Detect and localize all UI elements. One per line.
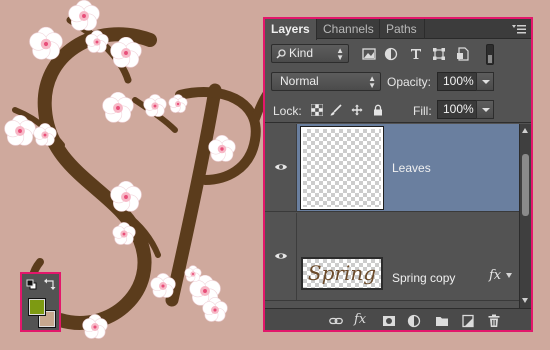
- scroll-up-arrow-icon[interactable]: [522, 128, 528, 133]
- lock-label: Lock:: [273, 104, 302, 118]
- new-layer-icon[interactable]: [461, 314, 475, 328]
- blend-mode-select[interactable]: Normal ▲ ▼: [271, 72, 381, 91]
- default-colors-icon[interactable]: [26, 279, 37, 290]
- lock-all-icon[interactable]: [372, 104, 384, 116]
- eye-icon[interactable]: [274, 251, 288, 261]
- group-folder-icon[interactable]: [435, 314, 449, 328]
- blossom-flower: [110, 180, 142, 212]
- pixel-filter-icon[interactable]: [362, 47, 376, 61]
- tab-paths[interactable]: Paths: [380, 19, 425, 39]
- layer-filter-row: Kind ▲ ▼: [265, 40, 531, 68]
- blend-mode-value: Normal: [280, 74, 319, 88]
- layer-mask-icon[interactable]: [382, 314, 396, 328]
- trash-icon[interactable]: [487, 314, 501, 328]
- tab-channels[interactable]: Channels: [317, 19, 380, 39]
- filter-toggle-switch[interactable]: [486, 44, 494, 65]
- layer-thumbnail-leaves[interactable]: [301, 127, 383, 209]
- opacity-label: Opacity:: [387, 75, 432, 89]
- fill-value: 100%: [443, 102, 474, 116]
- layers-list: Leaves Spring Spring copy fx: [265, 124, 519, 308]
- blossom-flower: [68, 0, 100, 31]
- fx-expand-arrow-icon[interactable]: [506, 273, 512, 278]
- filter-kind-label: Kind: [289, 46, 314, 60]
- smart-object-filter-icon[interactable]: [456, 47, 470, 61]
- blossom-flower: [143, 94, 167, 117]
- fill-dropdown-button[interactable]: [476, 100, 494, 119]
- fx-icon[interactable]: fx: [354, 312, 372, 327]
- blend-row: Normal ▲ ▼ Opacity: 100%: [265, 69, 531, 95]
- fx-badge[interactable]: fx: [489, 268, 501, 283]
- adjustment-filter-icon[interactable]: [384, 47, 398, 61]
- thumbnail-text: Spring: [308, 261, 376, 285]
- scrollbar-thumb[interactable]: [522, 154, 529, 216]
- filter-kind-select[interactable]: Kind ▲ ▼: [271, 44, 349, 63]
- opacity-dropdown-button[interactable]: [476, 72, 494, 91]
- shape-filter-icon[interactable]: [432, 47, 446, 61]
- fill-label: Fill:: [413, 104, 432, 118]
- link-layers-icon[interactable]: [329, 314, 343, 328]
- visibility-column: [265, 124, 297, 211]
- select-arrows-icon: ▲ ▼: [368, 74, 376, 90]
- eye-icon[interactable]: [274, 162, 288, 172]
- type-filter-icon[interactable]: [409, 47, 423, 61]
- adjustment-layer-icon[interactable]: [407, 314, 421, 328]
- blossom-flower: [29, 26, 63, 60]
- layer-thumbnail-spring-copy[interactable]: Spring: [301, 257, 383, 290]
- lock-row: Lock: Fill: 100%: [265, 96, 531, 123]
- lock-transparent-icon[interactable]: [311, 104, 323, 116]
- blossom-flower: [184, 265, 202, 282]
- select-arrows-icon: ▲ ▼: [336, 46, 344, 62]
- layers-panel: Layers Channels Paths Kind ▲ ▼ Normal ▲ …: [263, 17, 533, 332]
- color-swatches-panel: [20, 272, 61, 332]
- blossom-flower: [102, 91, 134, 123]
- visibility-column: [265, 213, 297, 300]
- foreground-color-swatch[interactable]: [28, 298, 46, 316]
- swap-colors-icon[interactable]: [44, 278, 56, 290]
- opacity-value: 100%: [443, 74, 474, 88]
- layers-footer-toolbar: fx: [265, 308, 531, 330]
- layer-row-leaves[interactable]: Leaves: [265, 124, 519, 212]
- layer-name-spring-copy[interactable]: Spring copy: [392, 271, 455, 285]
- layers-scrollbar[interactable]: [519, 124, 531, 308]
- panel-tab-bar: Layers Channels Paths: [265, 19, 531, 40]
- spring-thumbnail-art: Spring: [308, 261, 376, 285]
- lock-position-icon[interactable]: [351, 104, 363, 116]
- tab-layers[interactable]: Layers: [265, 19, 317, 40]
- layer-row-spring-copy[interactable]: Spring Spring copy fx: [265, 213, 519, 301]
- layer-name-leaves[interactable]: Leaves: [392, 161, 431, 175]
- panel-menu-icon[interactable]: [512, 24, 526, 34]
- lock-image-icon[interactable]: [330, 104, 342, 116]
- scroll-down-arrow-icon[interactable]: [522, 298, 528, 303]
- search-icon: [276, 49, 286, 59]
